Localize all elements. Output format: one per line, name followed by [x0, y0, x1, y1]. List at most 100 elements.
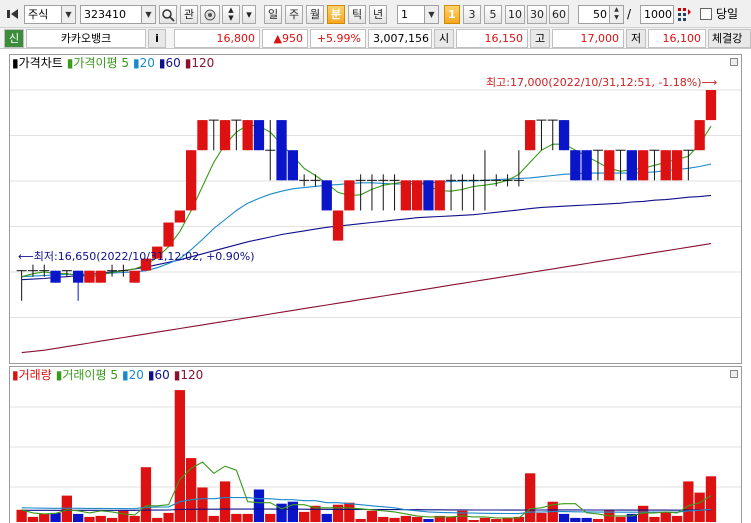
volume-bar — [84, 516, 95, 522]
period-minute-button[interactable]: 분 — [327, 5, 345, 24]
candle — [683, 149, 694, 181]
candle-body — [705, 90, 717, 121]
interval-select[interactable]: 1 ▼ — [397, 5, 439, 24]
minute-3-button[interactable]: 3 — [463, 5, 481, 24]
minute-1-button[interactable]: 1 — [444, 5, 460, 24]
menu-icon[interactable] — [6, 7, 20, 21]
candle — [412, 180, 423, 211]
candle — [694, 120, 705, 151]
stepper-arrows-icon[interactable]: ▲ ▼ — [609, 6, 623, 23]
candle-body — [660, 150, 671, 181]
candle — [581, 150, 592, 181]
volume-bar — [705, 476, 717, 522]
volume-bar — [152, 517, 163, 522]
interest-button[interactable]: 관 — [180, 5, 198, 24]
volume-bar — [615, 516, 626, 522]
volume-chart-canvas[interactable] — [10, 367, 741, 523]
candle — [423, 180, 434, 211]
candle-body — [638, 150, 649, 181]
volume-bar — [27, 516, 39, 522]
candle — [95, 270, 106, 283]
candle-body — [626, 150, 637, 181]
price-chart-canvas[interactable]: 최고:17,000(2022/10/31,12:51, -1.18%)⟶ ⟵최저:… — [10, 55, 741, 363]
volume-bar — [118, 510, 129, 522]
minute-60-button[interactable]: 60 — [549, 5, 569, 24]
volume-bar — [558, 513, 570, 522]
candle-body — [434, 180, 445, 211]
search-icon — [162, 9, 175, 22]
volume-bar — [129, 515, 140, 522]
minute-5-button[interactable]: 5 — [484, 5, 502, 24]
candle — [479, 150, 490, 211]
volume-bar — [694, 492, 705, 522]
info-button[interactable]: i — [148, 29, 166, 48]
volume-bar — [592, 519, 604, 522]
candle — [457, 174, 468, 211]
stock-code-input[interactable]: 323410 ▼ — [80, 5, 156, 24]
period-week-button[interactable]: 주 — [285, 5, 303, 24]
market-select[interactable]: 주식 ▼ — [24, 5, 76, 24]
chevron-down-icon[interactable]: ▼ — [61, 6, 75, 23]
minute-10-button[interactable]: 10 — [505, 5, 525, 24]
candle — [276, 120, 287, 181]
high-label: 고 — [530, 29, 550, 48]
candle-body — [219, 120, 231, 151]
candle — [163, 222, 174, 247]
chevron-down-icon[interactable]: ▼ — [141, 6, 155, 23]
ma60-line — [21, 194, 712, 281]
volume-bar — [242, 513, 253, 522]
volume-bar — [671, 515, 683, 522]
same-day-checkbox[interactable] — [700, 8, 712, 20]
total-count-input[interactable]: 1000 — [640, 5, 674, 24]
candle — [332, 210, 344, 241]
candle-body — [163, 222, 174, 247]
same-day-label: 당일 — [716, 7, 739, 21]
period-tick-button[interactable]: 틱 — [348, 5, 366, 24]
minute-30-button[interactable]: 30 — [527, 5, 547, 24]
count-separator: / — [627, 7, 632, 21]
candle-body — [253, 120, 265, 151]
period-month-button[interactable]: 월 — [306, 5, 324, 24]
volume-bar — [106, 517, 118, 522]
candle — [265, 120, 276, 181]
volume-bar — [502, 517, 513, 522]
search-button[interactable] — [159, 5, 177, 24]
volume-chart-panel[interactable]: ▮거래량 ▮거래이평 5 ▮20 ▮60 ▮120 — [9, 366, 742, 523]
period-day-button[interactable]: 일 — [264, 5, 282, 24]
candle-body — [84, 270, 95, 283]
volume-bar — [344, 502, 355, 522]
chevron-down-icon[interactable]: ▼ — [424, 6, 438, 23]
stock-name[interactable]: 카카오뱅크 — [26, 29, 146, 48]
candle — [434, 180, 445, 211]
candle — [84, 270, 95, 283]
candle — [50, 270, 61, 283]
volume-bar — [570, 517, 581, 522]
grid-settings-icon[interactable] — [676, 5, 692, 24]
candle — [604, 150, 615, 181]
updown-stepper[interactable]: ▲ ▼ — [222, 5, 240, 24]
candle — [400, 180, 411, 211]
volume-bar — [219, 481, 231, 522]
candle — [242, 120, 253, 151]
volume-bar — [299, 511, 310, 522]
settings-button[interactable] — [200, 5, 220, 24]
dropdown-button[interactable]: ▾ — [242, 5, 256, 24]
current-price: 16,800 — [174, 29, 260, 48]
count-stepper[interactable]: 50 ▲ ▼ — [578, 5, 624, 24]
period-year-button[interactable]: 년 — [369, 5, 387, 24]
price-change: ▲950 — [262, 29, 308, 48]
candle-body — [197, 120, 208, 151]
low-annotation: ⟵최저:16,650(2022/10/31,12:02, +0.90%) — [18, 250, 255, 263]
volume-bar — [412, 516, 423, 522]
candle-body — [287, 150, 298, 181]
volume-bar — [366, 510, 378, 522]
price-chart-panel[interactable]: ▮가격차트 ▮가격이평 5 ▮20 ▮60 ▮120 최고:17,000(2022/10… — [9, 54, 742, 364]
volume-value: 3,007,156 — [368, 29, 432, 48]
volume-grid — [10, 406, 741, 488]
volume-bar — [423, 519, 434, 522]
open-price: 16,150 — [456, 29, 528, 48]
candle-body — [558, 120, 570, 151]
market-select-value: 주식 — [28, 8, 49, 21]
volume-bar — [73, 513, 84, 522]
candle — [321, 180, 332, 211]
